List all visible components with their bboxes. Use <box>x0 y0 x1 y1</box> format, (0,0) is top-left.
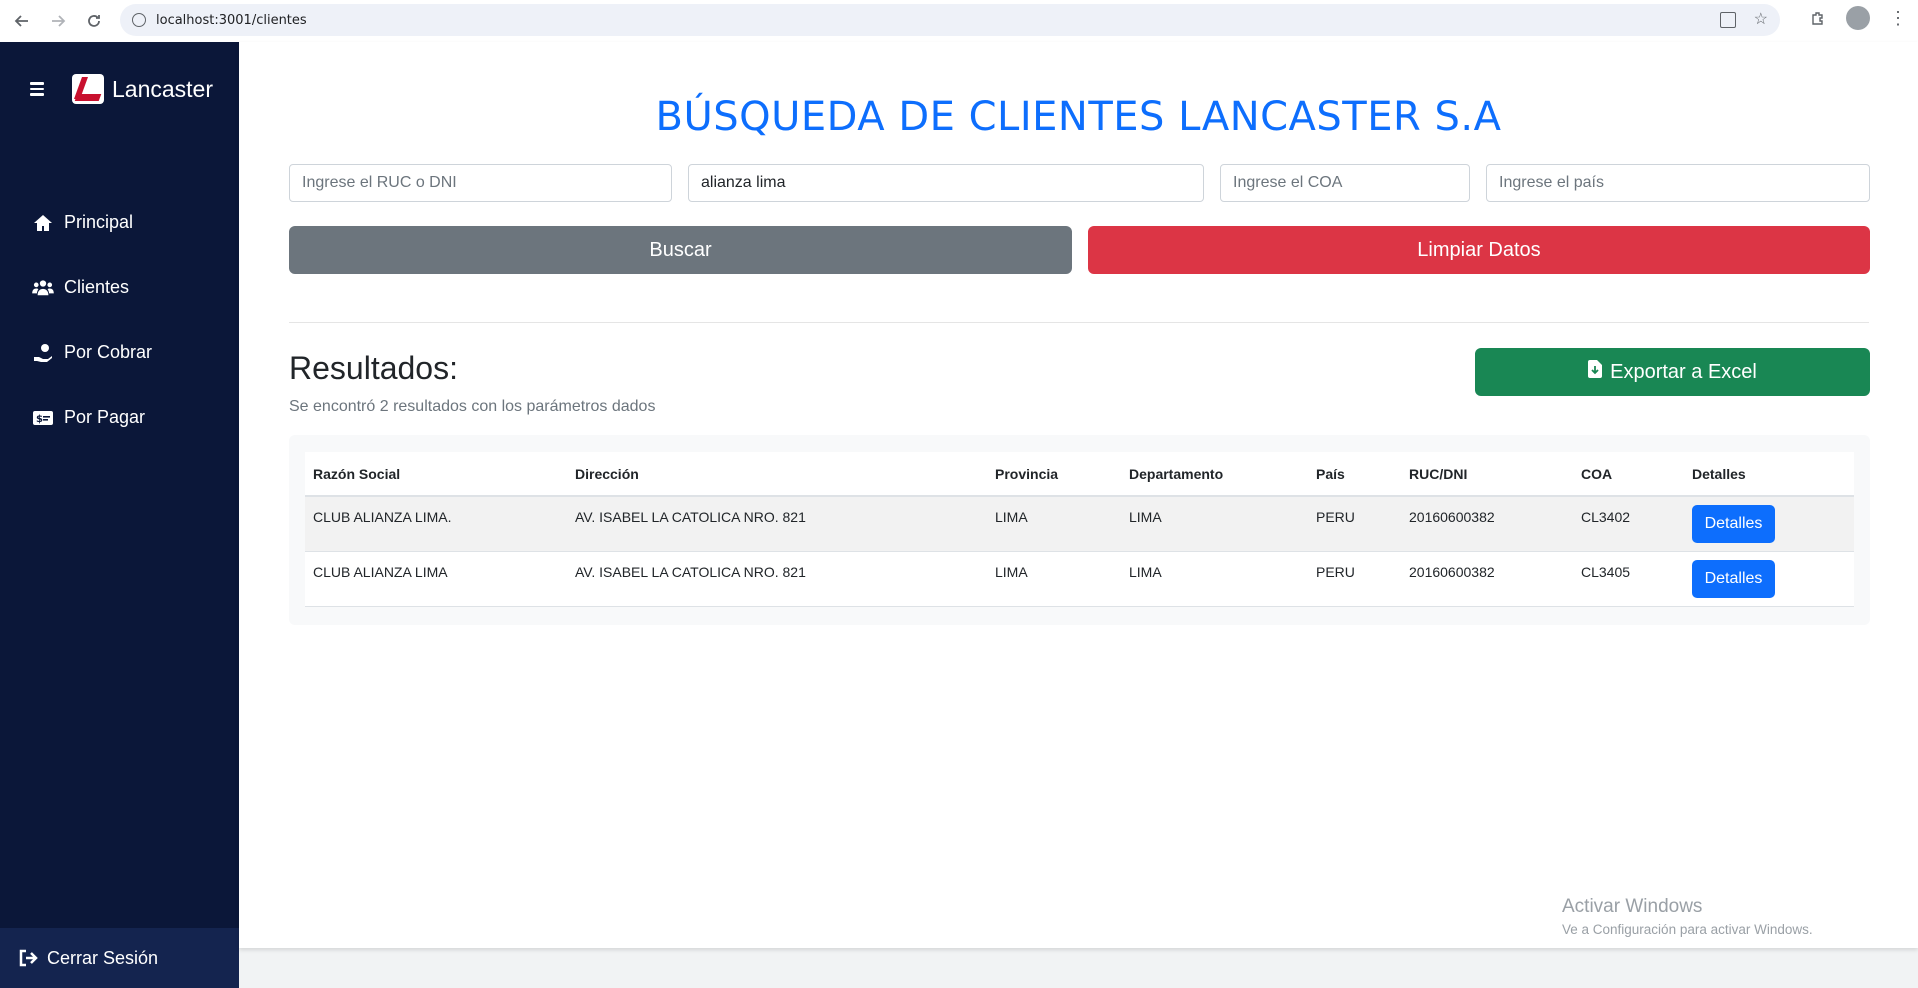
reload-icon[interactable] <box>76 3 112 39</box>
sidebar-item-label: Por Pagar <box>64 407 146 427</box>
sidebar-item-principal[interactable]: Principal <box>32 190 152 255</box>
back-icon[interactable] <box>4 3 40 39</box>
sidebar-item-por-pagar[interactable]: $ Por Pagar <box>32 385 152 450</box>
sidebar-item-por-cobrar[interactable]: Por Cobrar <box>32 320 152 385</box>
export-label: Exportar a Excel <box>1610 360 1757 383</box>
browser-toolbar: localhost:3001/clientes ☆ ⋮ <box>0 0 1918 42</box>
results-title: Resultados: <box>289 350 458 386</box>
details-button[interactable]: Detalles <box>1692 559 1775 598</box>
cell-detalles: Detalles <box>1684 496 1854 552</box>
translate-icon[interactable] <box>1719 12 1736 28</box>
sidebar-item-label: Por Cobrar <box>64 342 153 362</box>
column-header: Dirección <box>567 452 987 497</box>
hand-coin-icon <box>32 342 54 364</box>
cell-ruc-dni: 20160600382 <box>1401 551 1573 607</box>
page-title: BÚSQUEDA DE CLIENTES LANCASTER S.A <box>655 94 1502 140</box>
client-name-input[interactable] <box>688 164 1204 202</box>
clear-data-button[interactable]: Limpiar Datos <box>1088 226 1870 274</box>
results-table: Razón Social Dirección Provincia Departa… <box>305 452 1854 607</box>
sidebar-item-label: Clientes <box>64 277 130 297</box>
cell-razon-social: CLUB ALIANZA LIMA <box>305 551 567 607</box>
section-divider <box>289 322 1869 323</box>
export-excel-button[interactable]: Exportar a Excel <box>1475 348 1870 396</box>
country-input[interactable] <box>1486 164 1870 202</box>
home-icon <box>32 212 54 234</box>
extensions-icon[interactable] <box>1808 8 1828 28</box>
cell-departamento: LIMA <box>1121 551 1308 607</box>
coa-input[interactable] <box>1220 164 1470 202</box>
sidebar-menu: Principal Clientes Por Cobrar $ Por Paga… <box>32 190 152 450</box>
cell-coa: CL3402 <box>1573 496 1684 552</box>
brand: Lancaster <box>30 74 213 104</box>
search-button[interactable]: Buscar <box>289 226 1072 274</box>
users-icon <box>32 277 54 299</box>
bookmark-star-icon[interactable]: ☆ <box>1754 12 1768 28</box>
cell-coa: CL3405 <box>1573 551 1684 607</box>
profile-avatar[interactable] <box>1846 6 1870 30</box>
logout-label: Cerrar Sesión <box>47 947 159 968</box>
column-header: Razón Social <box>305 452 567 497</box>
cell-direccion: AV. ISABEL LA CATOLICA NRO. 821 <box>567 496 987 552</box>
address-bar[interactable]: localhost:3001/clientes ☆ <box>120 4 1780 36</box>
cell-provincia: LIMA <box>987 551 1121 607</box>
brand-name: Lancaster <box>112 75 214 102</box>
logout-icon <box>18 948 38 968</box>
column-header: Departamento <box>1121 452 1308 497</box>
cell-detalles: Detalles <box>1684 551 1854 607</box>
column-header: Detalles <box>1684 452 1854 497</box>
column-header: País <box>1308 452 1401 497</box>
cell-direccion: AV. ISABEL LA CATOLICA NRO. 821 <box>567 551 987 607</box>
site-info-icon[interactable] <box>132 13 146 27</box>
column-header: COA <box>1573 452 1684 497</box>
sidebar-item-label: Principal <box>64 212 134 232</box>
cell-ruc-dni: 20160600382 <box>1401 496 1573 552</box>
lancaster-logo <box>72 74 104 104</box>
cell-provincia: LIMA <box>987 496 1121 552</box>
url-text: localhost:3001/clientes <box>156 12 307 28</box>
forward-icon[interactable] <box>40 3 76 39</box>
more-menu-icon[interactable]: ⋮ <box>1888 8 1908 28</box>
main-content: BÚSQUEDA DE CLIENTES LANCASTER S.A Busca… <box>239 42 1918 948</box>
ruc-dni-input[interactable] <box>289 164 672 202</box>
sidebar-item-clientes[interactable]: Clientes <box>32 255 152 320</box>
svg-text:$: $ <box>36 414 43 425</box>
table-row: CLUB ALIANZA LIMA AV. ISABEL LA CATOLICA… <box>305 551 1854 607</box>
sidebar: Lancaster Principal Clientes Por Cobrar … <box>0 42 239 988</box>
watermark-title: Activar Windows <box>1562 896 1703 917</box>
logout-button[interactable]: Cerrar Sesión <box>0 928 239 988</box>
watermark-subtitle: Ve a Configuración para activar Windows. <box>1562 922 1813 937</box>
cell-pais: PERU <box>1308 551 1401 607</box>
column-header: Provincia <box>987 452 1121 497</box>
file-excel-icon <box>1588 360 1603 384</box>
results-table-container: Razón Social Dirección Provincia Departa… <box>289 435 1870 625</box>
table-row: CLUB ALIANZA LIMA. AV. ISABEL LA CATOLIC… <box>305 496 1854 552</box>
table-header-row: Razón Social Dirección Provincia Departa… <box>305 452 1854 497</box>
column-header: RUC/DNI <box>1401 452 1573 497</box>
hamburger-menu-icon[interactable] <box>30 79 50 99</box>
results-count-text: Se encontró 2 resultados con los parámet… <box>289 398 656 415</box>
cell-departamento: LIMA <box>1121 496 1308 552</box>
details-button[interactable]: Detalles <box>1692 505 1775 543</box>
money-bill-icon: $ <box>32 407 54 429</box>
cell-razon-social: CLUB ALIANZA LIMA. <box>305 496 567 552</box>
cell-pais: PERU <box>1308 496 1401 552</box>
windows-activation-watermark: Activar Windows Ve a Configuración para … <box>1562 896 1813 937</box>
